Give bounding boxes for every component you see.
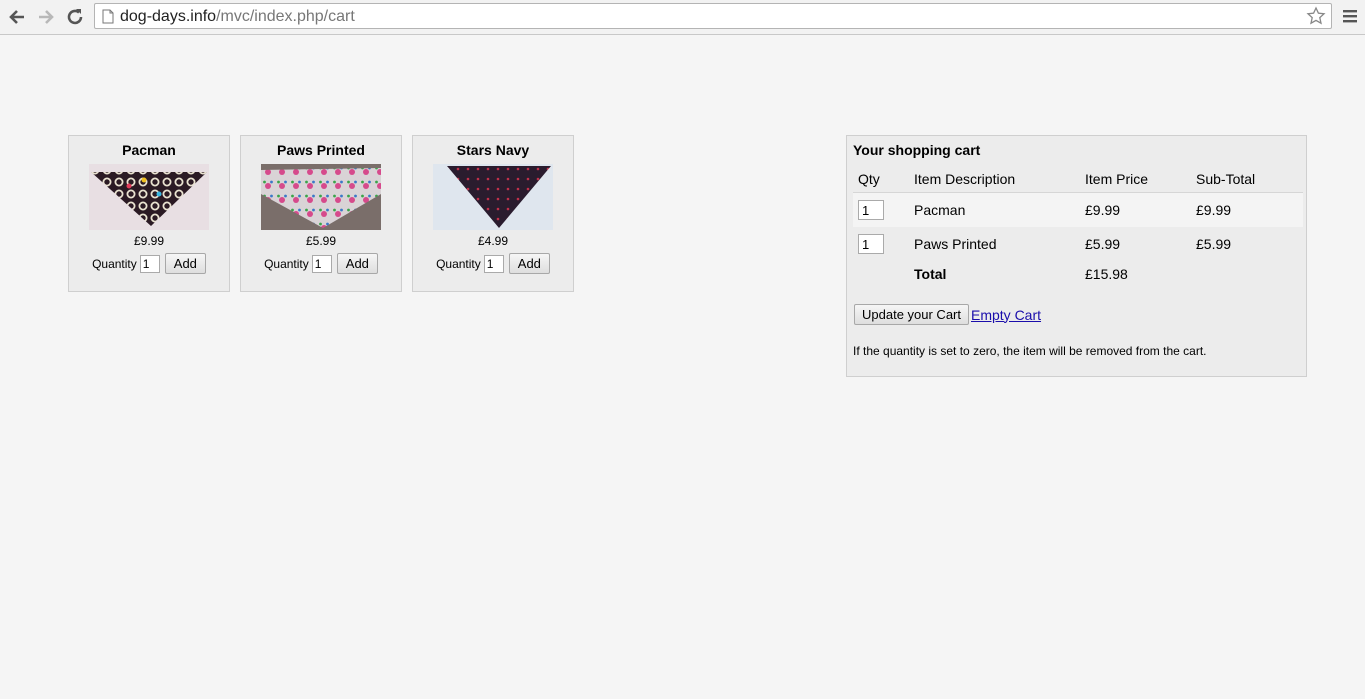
bookmark-star-icon[interactable] [1306,6,1326,31]
product-image [89,164,209,230]
back-arrow-icon[interactable] [6,6,28,28]
qty-cell [853,227,909,261]
product-title: Stars Navy [456,142,530,158]
quantity-input[interactable] [483,254,504,273]
product-card-stars-navy: Stars Navy £4.99 Quantity Add [412,135,574,292]
add-button[interactable]: Add [508,253,550,274]
product-card-pacman: Pacman £9.99 Quantity Add [68,135,230,292]
cart-quantity-input[interactable] [858,200,884,220]
total-value: £15.98 [1085,266,1128,282]
add-button[interactable]: Add [336,253,378,274]
quantity-input[interactable] [311,254,332,273]
add-button[interactable]: Add [164,253,206,274]
cart-title: Your shopping cart [853,142,981,158]
forward-arrow-icon[interactable] [35,6,57,28]
quantity-input[interactable] [139,254,160,273]
product-price: £9.99 [133,234,165,248]
empty-cart-link[interactable]: Empty Cart [971,307,1041,323]
address-bar[interactable]: dog-days.info/mvc/index.php/cart [94,3,1332,29]
subtotal-cell: £9.99 [1191,192,1303,227]
quantity-label: Quantity [92,256,137,271]
add-to-cart-row: Quantity Add [241,253,401,274]
product-title: Paws Printed [277,142,365,158]
page-icon [102,9,114,29]
shopping-cart-panel: Your shopping cart Qty Item Description … [846,135,1307,377]
url-host: dog-days.info [120,8,217,25]
description-header: Item Description [909,166,1080,193]
total-row: Total £15.98 [853,261,1303,287]
cart-table: Qty Item Description Item Price Sub-Tota… [853,166,1303,287]
price-cell: £9.99 [1080,192,1191,227]
product-price: £4.99 [477,234,509,248]
add-to-cart-row: Quantity Add [413,253,573,274]
product-image [261,164,381,230]
cart-header-row: Qty Item Description Item Price Sub-Tota… [853,166,1303,193]
reload-icon[interactable] [64,6,86,28]
qty-header: Qty [853,166,909,193]
description-cell: Paws Printed [914,236,997,252]
url-text: dog-days.info/mvc/index.php/cart [120,8,355,26]
quantity-label: Quantity [436,256,481,271]
subtotal-header: Sub-Total [1191,166,1303,193]
menu-icon[interactable] [1342,8,1358,29]
product-price: £5.99 [305,234,337,248]
qty-cell [853,192,909,227]
url-path: /mvc/index.php/cart [216,8,355,25]
description-cell: Pacman [909,192,1080,227]
price-cell: £5.99 [1085,236,1121,252]
browser-toolbar: dog-days.info/mvc/index.php/cart [0,0,1365,35]
product-card-paws-printed: Paws Printed £5.99 Quantity Add [240,135,402,292]
quantity-label: Quantity [264,256,309,271]
product-image [433,164,553,230]
cart-note: If the quantity is set to zero, the item… [853,344,1207,358]
add-to-cart-row: Quantity Add [69,253,229,274]
table-row: Pacman £9.99 £9.99 [853,192,1303,227]
total-label: Total [914,266,947,282]
table-row: Paws Printed £5.99 £5.99 [853,227,1303,261]
cart-actions: Update your Cart Empty Cart [854,304,1041,325]
subtotal-cell: £5.99 [1196,236,1232,252]
price-header: Item Price [1080,166,1191,193]
cart-quantity-input[interactable] [858,234,884,254]
update-cart-button[interactable]: Update your Cart [854,304,969,325]
product-title: Pacman [122,142,176,158]
